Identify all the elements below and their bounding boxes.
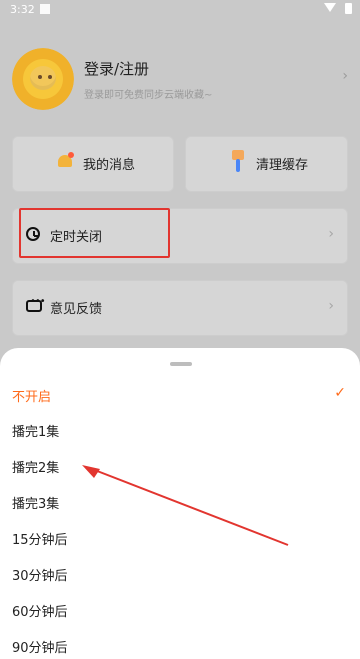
status-bar: 3:32 [0, 0, 360, 18]
sun-eye-left [38, 75, 42, 79]
notification-icon [40, 4, 50, 14]
profile-page: 登录/注册 登录即可免费同步云端收藏~ › 我的消息 清理缓存 定时关闭 › 意… [0, 18, 360, 659]
battery-icon [345, 3, 352, 14]
wifi-icon [324, 3, 336, 12]
status-time: 3:32 [10, 3, 35, 16]
annotation-arrow [82, 465, 289, 546]
sun-eye-right [48, 75, 52, 79]
